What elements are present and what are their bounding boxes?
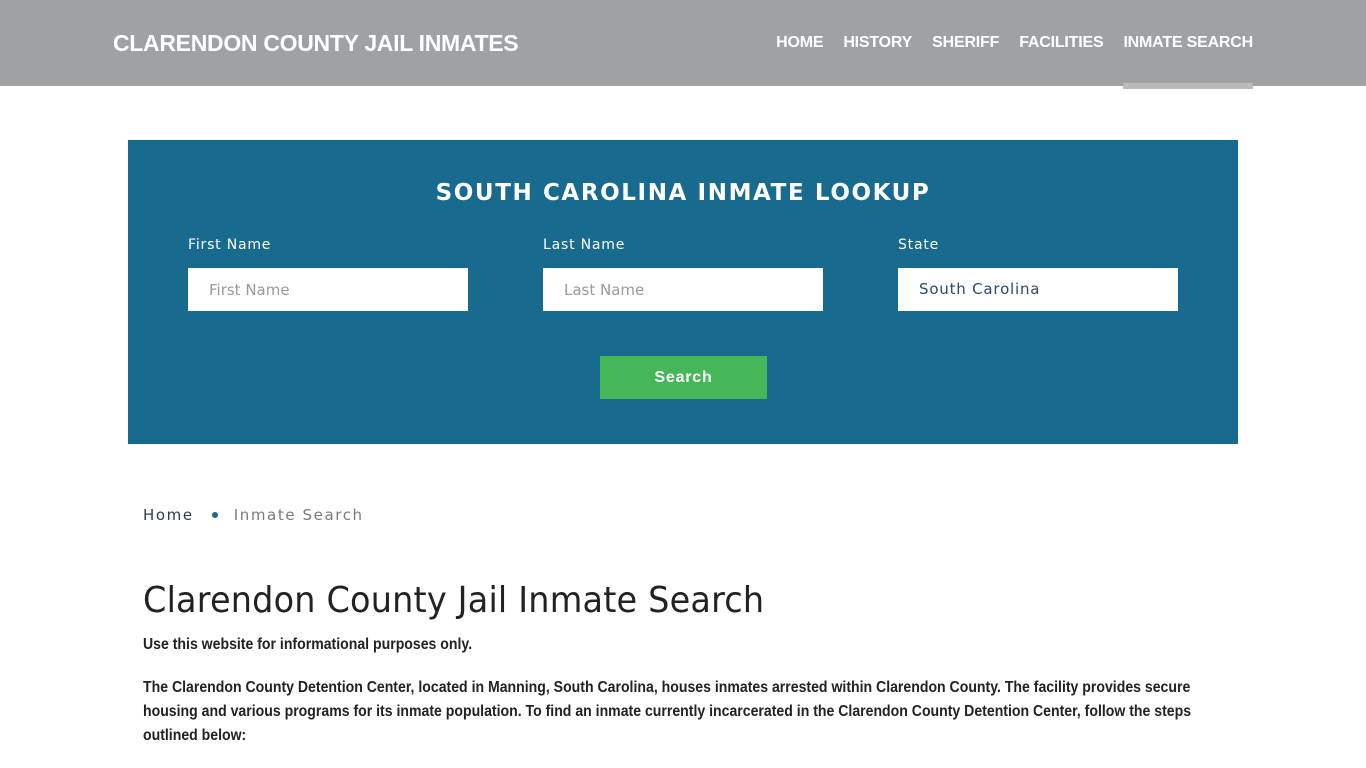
breadcrumb-separator-dot xyxy=(211,512,218,518)
last-name-input[interactable] xyxy=(543,268,823,311)
nav-home[interactable]: HOME xyxy=(776,0,823,86)
search-button[interactable]: Search xyxy=(600,356,767,399)
disclaimer-text: Use this website for informational purpo… xyxy=(143,636,473,653)
intro-paragraph: The Clarendon County Detention Center, l… xyxy=(143,679,1192,744)
nav-inmate-search[interactable]: INMATE SEARCH xyxy=(1123,0,1253,89)
first-name-label: First Name xyxy=(188,237,272,253)
breadcrumb: Home Inmate Search xyxy=(143,506,364,524)
breadcrumb-current: Inmate Search xyxy=(233,506,364,524)
lookup-title: SOUTH CAROLINA INMATE LOOKUP xyxy=(435,180,931,206)
page-title: Clarendon County Jail Inmate Search xyxy=(143,580,765,621)
nav-facilities[interactable]: FACILITIES xyxy=(1019,0,1103,86)
last-name-label: Last Name xyxy=(543,237,626,253)
main-nav: HOME HISTORY SHERIFF FACILITIES INMATE S… xyxy=(756,0,1253,89)
site-header: CLARENDON COUNTY JAIL INMATES HOME HISTO… xyxy=(0,0,1366,89)
first-name-input[interactable] xyxy=(188,268,468,311)
site-logo-link[interactable]: CLARENDON COUNTY JAIL INMATES xyxy=(113,30,519,57)
nav-sheriff[interactable]: SHERIFF xyxy=(932,0,999,86)
state-label: State xyxy=(898,237,940,253)
nav-history[interactable]: HISTORY xyxy=(843,0,912,86)
breadcrumb-home[interactable]: Home xyxy=(143,506,194,524)
state-select[interactable]: South Carolina xyxy=(898,268,1178,311)
